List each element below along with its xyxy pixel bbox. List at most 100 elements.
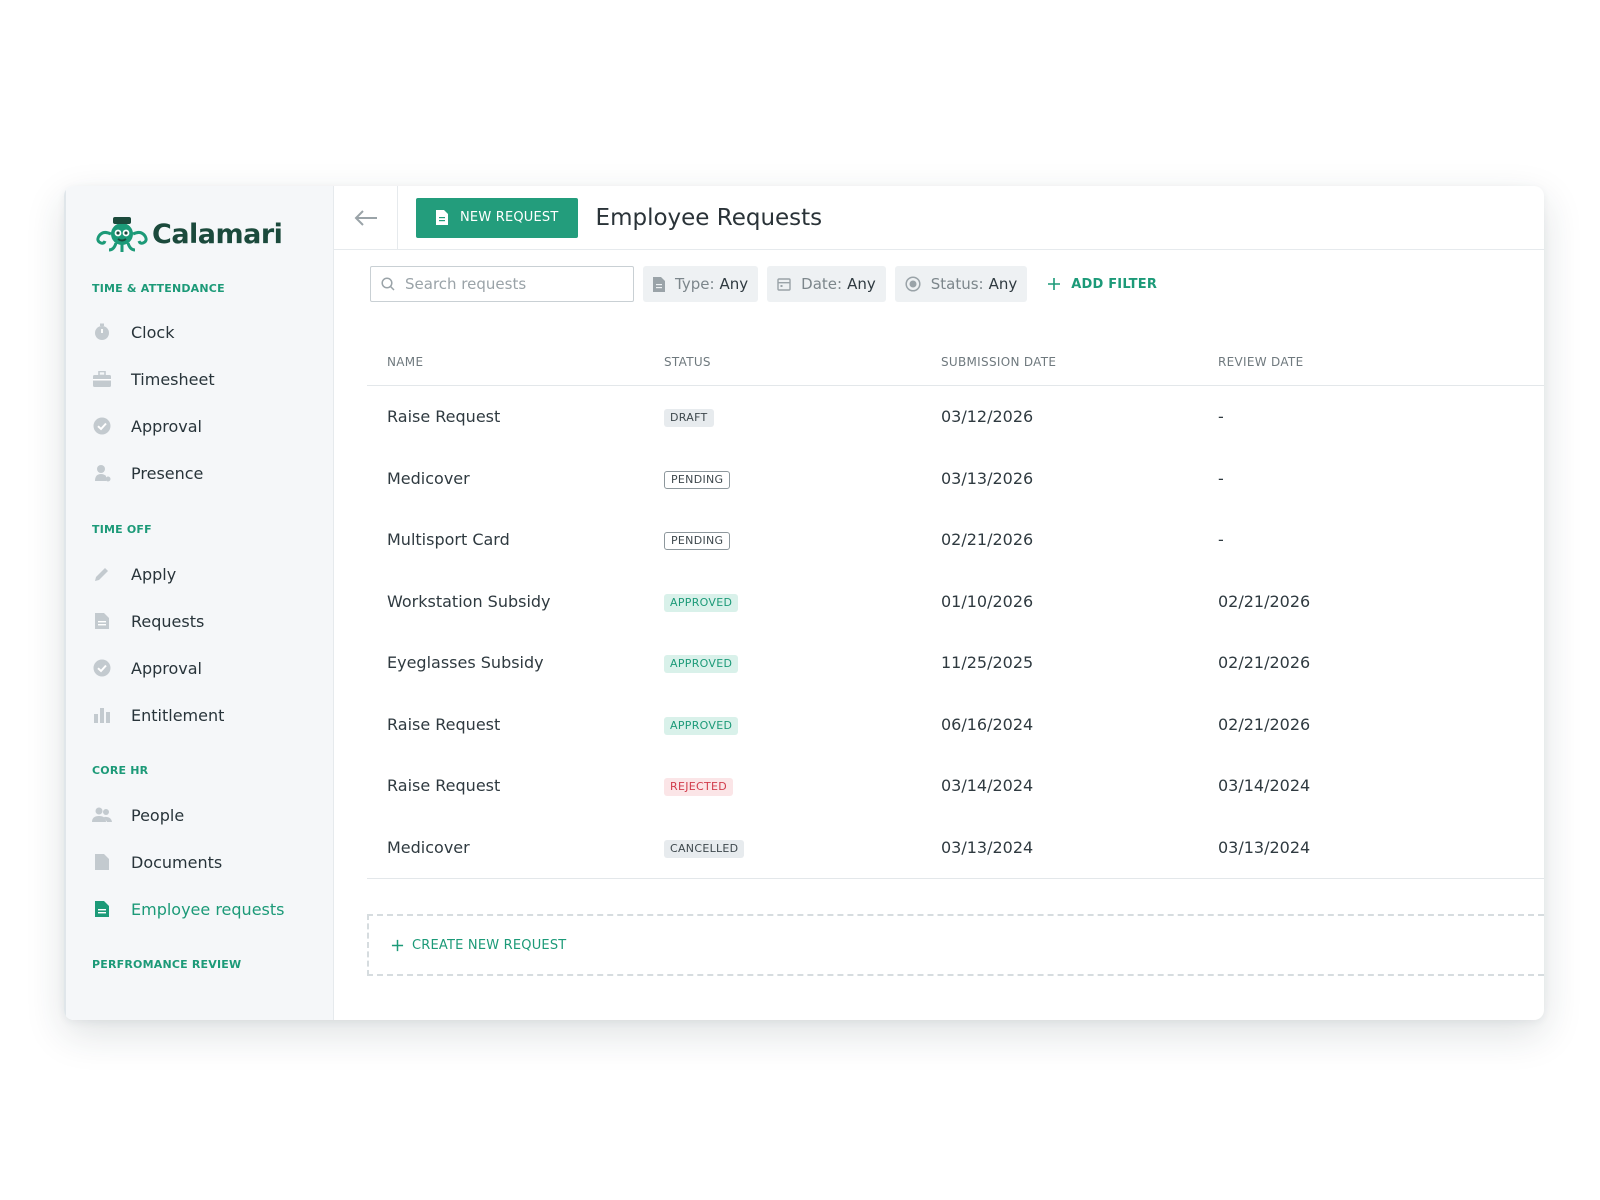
bar-chart-icon [92, 705, 112, 725]
table-row[interactable]: Raise Request REJECTED 03/14/2024 03/14/… [367, 755, 1544, 817]
review-date: - [1218, 407, 1224, 427]
sidebar-item-clock[interactable]: Clock [92, 317, 322, 347]
search-input[interactable]: Search requests [370, 266, 634, 302]
date-filter-value: Any [847, 275, 876, 293]
table-row[interactable]: Workstation Subsidy APPROVED 01/10/2026 … [367, 571, 1544, 633]
request-name: Medicover [387, 837, 470, 857]
date-filter[interactable]: Date: Any [767, 266, 886, 302]
request-name: Raise Request [387, 407, 501, 427]
submission-date: 02/21/2026 [941, 530, 1034, 550]
submission-date: 03/13/2026 [941, 468, 1034, 488]
sidebar-item-people[interactable]: People [92, 800, 322, 830]
request-name: Raise Request [387, 776, 501, 796]
app-window: Calamari TIME & ATTENDANCE Clock Timeshe… [64, 186, 1544, 1020]
request-name: Raise Request [387, 714, 501, 734]
section-core-hr: CORE HR [92, 764, 149, 777]
sidebar-item-timesheet[interactable]: Timesheet [92, 364, 322, 394]
pencil-icon [92, 564, 112, 584]
review-date: - [1218, 530, 1224, 550]
sidebar-item-requests[interactable]: Requests [92, 606, 322, 636]
status-filter[interactable]: Status: Any [894, 266, 1028, 302]
type-filter-value: Any [719, 275, 749, 293]
search-placeholder: Search requests [405, 275, 527, 293]
logo[interactable]: Calamari [94, 214, 283, 254]
sidebar-item-presence[interactable]: Presence [92, 458, 322, 488]
sidebar-item-label: Documents [131, 852, 223, 872]
briefcase-icon [92, 369, 112, 389]
main-content: NEW REQUEST Employee Requests Search req… [334, 186, 1544, 1020]
page-title: Employee Requests [595, 204, 823, 231]
status-badge: CANCELLED [664, 839, 745, 858]
sidebar-item-label: Employee requests [131, 899, 285, 919]
sidebar-item-label: Requests [131, 611, 205, 631]
back-button[interactable] [334, 186, 398, 250]
table-row[interactable]: Multisport Card PENDING 02/21/2026 - [367, 509, 1544, 571]
sidebar-item-approval-attendance[interactable]: Approval [92, 411, 322, 441]
document-icon [653, 276, 665, 292]
new-request-button[interactable]: NEW REQUEST [416, 197, 578, 238]
topbar: NEW REQUEST Employee Requests [334, 186, 1544, 250]
stopwatch-icon [92, 322, 112, 342]
review-date: - [1218, 468, 1224, 488]
table-row[interactable]: Medicover CANCELLED 03/13/2024 03/13/202… [367, 817, 1544, 879]
requests-table: NAME STATUS SUBMISSION DATE REVIEW DATE … [367, 338, 1544, 879]
submission-date: 03/12/2026 [941, 407, 1034, 427]
sidebar-item-label: Presence [131, 463, 204, 483]
people-icon [92, 805, 112, 825]
submission-date: 03/13/2024 [941, 837, 1034, 857]
column-header-submission-date[interactable]: SUBMISSION DATE [921, 355, 1198, 369]
status-badge: PENDING [664, 532, 731, 551]
status-filter-key: Status: [930, 275, 984, 293]
document-icon [92, 611, 112, 631]
status-badge: PENDING [664, 470, 731, 489]
status-badge: REJECTED [664, 778, 734, 797]
add-filter-button[interactable]: ADD FILTER [1047, 277, 1157, 292]
sidebar: Calamari TIME & ATTENDANCE Clock Timeshe… [64, 186, 334, 1020]
request-name: Multisport Card [387, 530, 510, 550]
sidebar-item-approval-timeoff[interactable]: Approval [92, 653, 322, 683]
squid-logo-icon [96, 217, 148, 252]
column-header-review-date[interactable]: REVIEW DATE [1198, 355, 1475, 369]
sidebar-item-employee-requests[interactable]: Employee requests [92, 894, 322, 924]
column-header-status[interactable]: STATUS [644, 355, 921, 369]
date-filter-key: Date: [801, 275, 843, 293]
review-date: 03/13/2024 [1218, 837, 1311, 857]
status-badge: APPROVED [664, 655, 739, 674]
sidebar-item-label: Timesheet [131, 369, 215, 389]
table-row[interactable]: Raise Request APPROVED 06/16/2024 02/21/… [367, 694, 1544, 756]
sidebar-item-entitlement[interactable]: Entitlement [92, 700, 322, 730]
submission-date: 11/25/2025 [941, 653, 1034, 673]
new-request-label: NEW REQUEST [460, 210, 559, 225]
status-circle-icon [905, 276, 921, 292]
column-header-name[interactable]: NAME [367, 355, 644, 369]
status-filter-value: Any [988, 275, 1018, 293]
review-date: 02/21/2026 [1218, 591, 1311, 611]
add-filter-label: ADD FILTER [1071, 276, 1158, 292]
filter-bar: Search requests Type: Any Date: Any Stat… [370, 266, 1157, 302]
table-row[interactable]: Eyeglasses Subsidy APPROVED 11/25/2025 0… [367, 632, 1544, 694]
request-name: Workstation Subsidy [387, 591, 551, 611]
submission-date: 06/16/2024 [941, 714, 1034, 734]
table-row[interactable]: Raise Request DRAFT 03/12/2026 - [367, 386, 1544, 448]
sidebar-item-apply[interactable]: Apply [92, 559, 322, 589]
table-row[interactable]: Medicover PENDING 03/13/2026 - [367, 448, 1544, 510]
section-time-attendance: TIME & ATTENDANCE [92, 282, 225, 295]
sidebar-item-label: Clock [131, 322, 175, 342]
review-date: 02/21/2026 [1218, 653, 1311, 673]
create-new-request-label: CREATE NEW REQUEST [412, 937, 567, 953]
sidebar-item-label: Entitlement [131, 705, 225, 725]
plus-icon [1048, 278, 1061, 290]
type-filter-key: Type: [675, 275, 715, 293]
create-new-request-button[interactable]: CREATE NEW REQUEST [367, 914, 1544, 976]
sidebar-item-label: Approval [131, 416, 202, 436]
check-circle-icon [92, 658, 112, 678]
document-icon [92, 899, 112, 919]
check-circle-icon [92, 416, 112, 436]
type-filter[interactable]: Type: Any [643, 266, 759, 302]
sidebar-item-documents[interactable]: Documents [92, 847, 322, 877]
status-badge: APPROVED [664, 716, 739, 735]
review-date: 02/21/2026 [1218, 714, 1311, 734]
submission-date: 01/10/2026 [941, 591, 1034, 611]
section-performance-review[interactable]: PERFROMANCE REVIEW [92, 958, 241, 971]
request-name: Eyeglasses Subsidy [387, 653, 544, 673]
